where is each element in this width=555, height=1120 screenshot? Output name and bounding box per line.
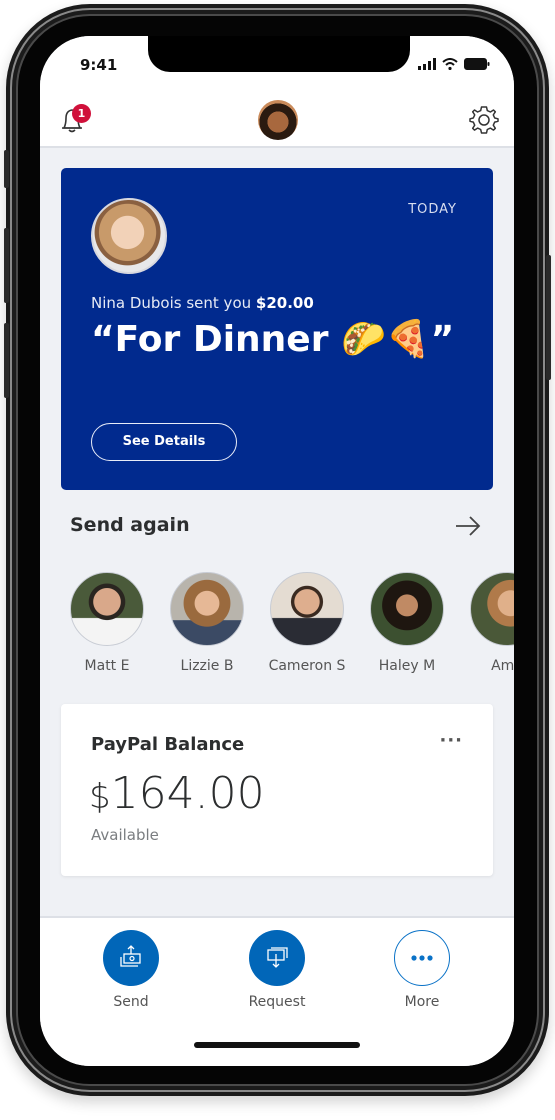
volume-down-button xyxy=(4,323,9,398)
wifi-icon xyxy=(442,58,458,70)
paypal-balance-card[interactable]: PayPal Balance ··· $164.00 Available xyxy=(61,704,493,876)
contact-item[interactable]: Haley M xyxy=(362,572,452,674)
contact-avatar xyxy=(470,572,514,646)
profile-avatar[interactable] xyxy=(258,100,298,140)
contact-name: Cameron S xyxy=(268,658,346,674)
balance-title: PayPal Balance xyxy=(91,734,245,755)
card-date: TODAY xyxy=(408,202,457,217)
status-time: 9:41 xyxy=(80,56,118,74)
sender-avatar xyxy=(91,198,167,274)
contact-item[interactable]: Lizzie B xyxy=(162,572,252,674)
contact-avatar xyxy=(370,572,444,646)
balance-amount: $164.00 xyxy=(89,768,265,819)
more-button[interactable]: More xyxy=(377,930,467,1010)
battery-icon xyxy=(464,58,490,70)
see-details-button[interactable]: See Details xyxy=(91,423,237,461)
send-money-icon xyxy=(103,930,159,986)
send-button[interactable]: Send xyxy=(86,930,176,1010)
status-icons xyxy=(418,58,490,70)
send-again-title: Send again xyxy=(70,514,190,536)
request-money-icon xyxy=(249,930,305,986)
payment-amount: $20.00 xyxy=(255,294,314,312)
balance-status: Available xyxy=(91,826,159,844)
contact-item[interactable]: Matt E xyxy=(70,572,152,674)
contact-item[interactable]: Ame xyxy=(462,572,514,674)
request-button[interactable]: Request xyxy=(232,930,322,1010)
send-again-contacts: Matt E Lizzie B Cameron S Haley M Ame xyxy=(70,572,514,682)
top-bar: 1 xyxy=(40,94,514,148)
balance-currency: $ xyxy=(89,777,111,817)
contact-name: Lizzie B xyxy=(180,658,234,674)
contact-avatar xyxy=(170,572,244,646)
notification-badge: 1 xyxy=(72,104,91,123)
power-button xyxy=(546,255,551,380)
more-dots-icon xyxy=(394,930,450,986)
balance-more-menu-icon[interactable]: ··· xyxy=(439,730,463,751)
volume-up-button xyxy=(4,228,9,303)
payment-received-card[interactable]: TODAY Nina Dubois sent you $20.00 “For D… xyxy=(61,168,493,490)
contact-name: Ame xyxy=(491,658,514,674)
contact-avatar xyxy=(270,572,344,646)
contact-avatar xyxy=(70,572,144,646)
sent-text: sent you xyxy=(181,294,256,312)
signal-icon xyxy=(418,58,436,70)
send-label: Send xyxy=(113,994,149,1010)
home-indicator[interactable] xyxy=(194,1042,360,1048)
payment-summary: Nina Dubois sent you $20.00 xyxy=(91,294,314,312)
settings-gear-icon[interactable] xyxy=(468,104,500,136)
request-label: Request xyxy=(248,994,306,1010)
more-label: More xyxy=(404,994,440,1010)
contact-name: Haley M xyxy=(378,658,436,674)
contact-name: Matt E xyxy=(84,658,130,674)
bottom-action-bar: Send Request More xyxy=(40,916,514,1066)
notch xyxy=(148,36,410,72)
payment-note: “For Dinner 🌮🍕” xyxy=(91,319,455,360)
contact-item[interactable]: Cameron S xyxy=(262,572,352,674)
app-screen: 9:41 1 TODAY Nina Dubois sent you $20.00… xyxy=(40,36,514,1066)
mute-switch xyxy=(4,150,9,188)
balance-value: 164.00 xyxy=(110,768,265,819)
sender-name: Nina Dubois xyxy=(91,294,182,312)
arrow-right-icon[interactable] xyxy=(454,514,482,538)
